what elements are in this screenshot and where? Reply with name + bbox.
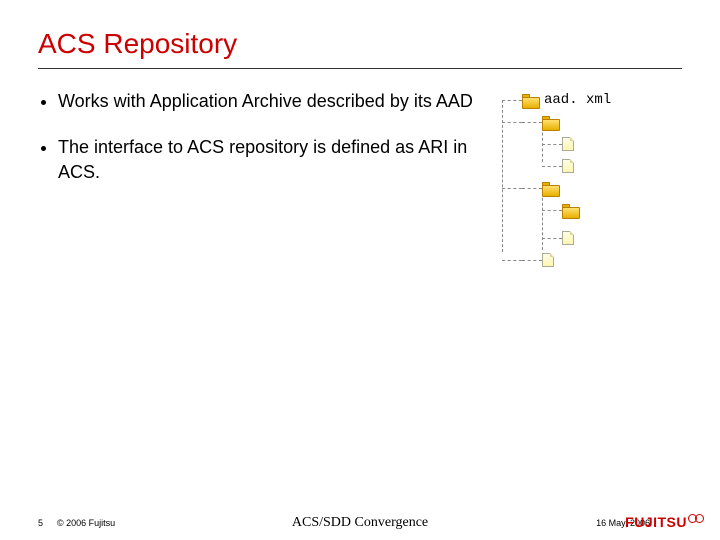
folder-icon [542, 182, 558, 195]
bullet-list: Works with Application Archive described… [38, 89, 490, 271]
folder-icon [542, 116, 558, 129]
bullet-item: Works with Application Archive described… [58, 89, 490, 113]
fujitsu-logo: FUJITSU [625, 514, 704, 532]
tree-root-label: aad. xml [544, 92, 611, 108]
title-divider [38, 68, 682, 69]
footer-title: ACS/SDD Convergence [292, 515, 428, 531]
file-icon [562, 159, 574, 173]
copyright-text: © 2006 Fujitsu [57, 518, 115, 528]
folder-icon [522, 94, 538, 107]
file-icon [562, 231, 574, 245]
file-tree-diagram: aad. xml [502, 89, 682, 271]
page-number: 5 [38, 518, 43, 528]
infinity-icon [688, 514, 704, 523]
file-icon [542, 253, 554, 267]
folder-icon [562, 204, 578, 217]
file-icon [562, 137, 574, 151]
bullet-item: The interface to ACS repository is defin… [58, 135, 490, 184]
slide-footer: 5 © 2006 Fujitsu ACS/SDD Convergence 16 … [0, 518, 720, 528]
slide-title: ACS Repository [38, 28, 682, 60]
